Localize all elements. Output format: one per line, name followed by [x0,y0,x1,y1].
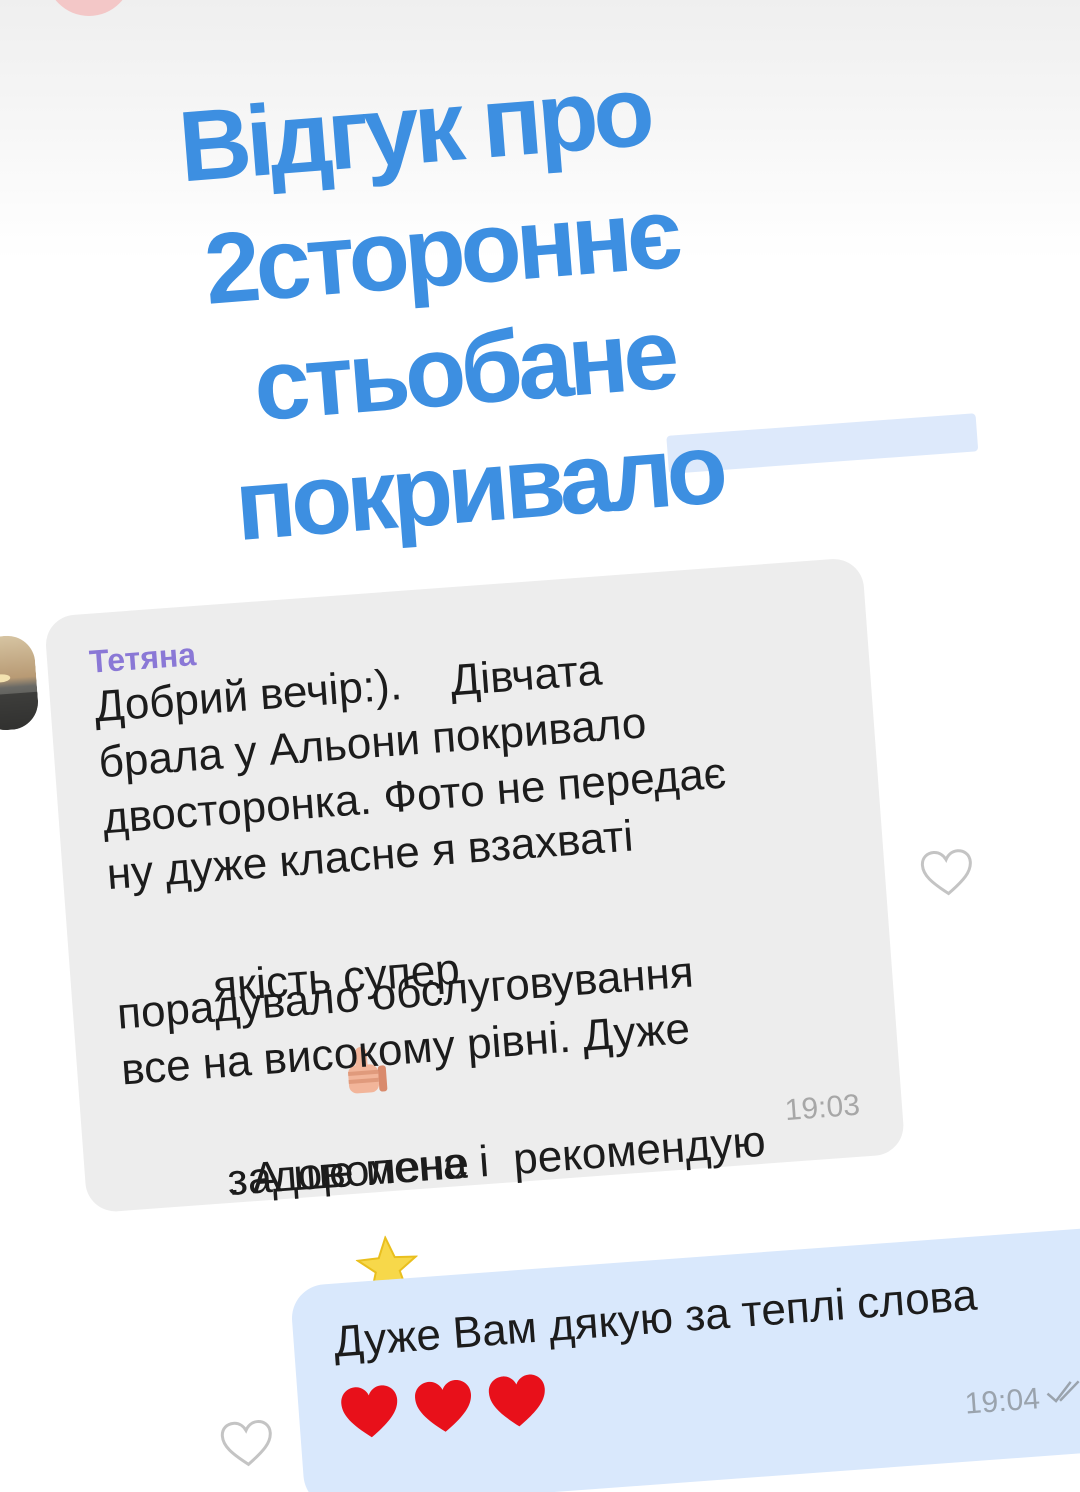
like-heart-icon[interactable] [917,846,977,900]
red-heart-icon [415,1379,471,1432]
message-time: 19:04 [963,1382,1042,1421]
red-heart-icon [488,1374,545,1427]
red-heart-icon [341,1385,398,1438]
sender-name[interactable]: Тетяна [88,636,197,681]
hearts-row [337,1370,551,1443]
incoming-message-bubble[interactable]: Тетяна Добрий вечір:). Дівчата брала у А… [43,556,906,1297]
title-line: Відгук про [174,54,654,204]
title-line: 2стороннє [200,176,681,326]
story-title: Відгук про 2стороннє стьобане покривало [0,0,1080,635]
avatar[interactable] [0,633,40,733]
like-heart-icon[interactable] [217,1416,277,1470]
read-check-icon [1046,1380,1080,1403]
title-line: стьобане [249,297,678,443]
message-text: Дуже Вам дякую за теплі слова [331,1270,979,1367]
corner-badge [46,0,132,16]
message-text: задоволена і рекомендую [225,1116,768,1206]
story-screenshot: Тетяна Добрий вечір:). Дівчата брала у А… [0,0,1080,1492]
title-line: покривало [231,412,727,563]
message-time: 19:03 [783,1088,862,1128]
